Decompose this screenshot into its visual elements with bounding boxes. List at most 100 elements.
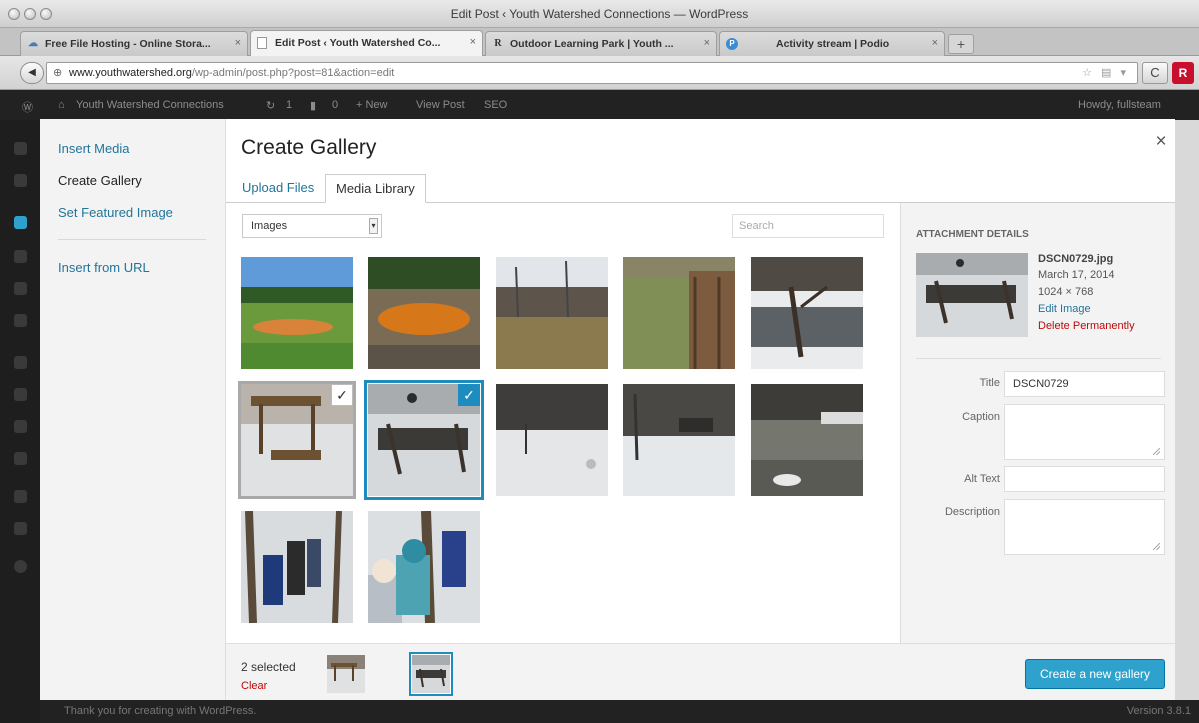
- close-tab-icon[interactable]: ×: [704, 37, 710, 49]
- resize-grip-icon[interactable]: [1153, 543, 1160, 550]
- browser-tab-edit-post[interactable]: Edit Post ‹ Youth Watershed Co... ×: [250, 30, 483, 57]
- wp-admin-bar: Ⓦ ⌂ Youth Watershed Connections ↻ 1 ▮ 0 …: [0, 90, 1199, 120]
- url-path: /wp-admin/post.php?post=81&action=edit: [191, 67, 395, 79]
- photo-students-smiling: [368, 511, 480, 623]
- close-icon[interactable]: ×: [1150, 131, 1172, 153]
- wp-admin-sidebar: [0, 120, 40, 723]
- window-titlebar: Edit Post ‹ Youth Watershed Connections …: [0, 0, 1199, 28]
- browser-nav-bar: ◀ ⊕ www.youthwatershed.org/wp-admin/post…: [0, 56, 1199, 90]
- photo-snowy-creek: [751, 384, 863, 496]
- alt-text-field[interactable]: [1004, 466, 1165, 492]
- browser-tab-bar: ☁ Free File Hosting - Online Stora... × …: [0, 28, 1199, 57]
- tab-label: Outdoor Learning Park | Youth ...: [510, 38, 674, 50]
- bookmark-star-icon[interactable]: ☆ ▤ ▾: [1082, 66, 1129, 79]
- attachment-thumbnail[interactable]: [241, 511, 353, 623]
- tools-icon[interactable]: [14, 452, 27, 465]
- caption-label: Caption: [962, 411, 1000, 423]
- attachment-thumbnail[interactable]: [751, 257, 863, 369]
- pages-icon[interactable]: [14, 282, 27, 295]
- tab-label: Edit Post ‹ Youth Watershed Co...: [275, 37, 441, 49]
- browser-tab-outdoor-learning[interactable]: R Outdoor Learning Park | Youth ... ×: [485, 31, 717, 56]
- dashboard-icon[interactable]: [14, 142, 27, 155]
- close-tab-icon[interactable]: ×: [470, 36, 476, 48]
- url-text[interactable]: www.youthwatershed.org/wp-admin/post.php…: [69, 67, 394, 79]
- delete-permanently-link[interactable]: Delete Permanently: [1038, 320, 1135, 332]
- seo-link[interactable]: SEO: [484, 99, 507, 111]
- photo-pond-meadow: [241, 257, 353, 369]
- appearance-icon[interactable]: [14, 356, 27, 369]
- page-icon: [257, 37, 267, 49]
- settings-icon[interactable]: [14, 490, 27, 503]
- screen: Edit Post ‹ Youth Watershed Connections …: [0, 0, 1199, 723]
- cloud-icon: ☁: [28, 38, 38, 49]
- window-title: Edit Post ‹ Youth Watershed Connections …: [450, 7, 749, 21]
- close-tab-icon[interactable]: ×: [932, 37, 938, 49]
- edit-image-link[interactable]: Edit Image: [1038, 303, 1091, 315]
- menu-set-featured-image[interactable]: Set Featured Image: [58, 205, 173, 220]
- extension-button[interactable]: R: [1172, 62, 1194, 84]
- users-icon[interactable]: [14, 420, 27, 433]
- attachment-thumbnail[interactable]: [496, 257, 608, 369]
- selected-thumbnail-details[interactable]: [412, 655, 450, 693]
- alt-text-label: Alt Text: [964, 473, 1000, 485]
- attachment-thumbnail-details[interactable]: ✓: [368, 384, 480, 496]
- menu-create-gallery[interactable]: Create Gallery: [58, 173, 142, 188]
- plugins-icon[interactable]: [14, 388, 27, 401]
- collapse-menu-icon[interactable]: [14, 560, 27, 573]
- comments-count: 0: [332, 99, 339, 111]
- photo-pond-boardwalk: [623, 257, 735, 369]
- browser-tab-podio[interactable]: P Activity stream | Podio ×: [719, 31, 945, 56]
- attachment-thumbnail[interactable]: [241, 257, 353, 369]
- tab-label: Activity stream | Podio: [776, 38, 890, 50]
- attachment-dimensions: 1024 × 768: [1038, 286, 1094, 298]
- selected-thumbnail[interactable]: [327, 655, 365, 693]
- description-label: Description: [944, 506, 1000, 518]
- tab-upload-files[interactable]: Upload Files: [232, 174, 324, 203]
- back-button[interactable]: ◀: [20, 62, 44, 84]
- tab-media-library[interactable]: Media Library: [325, 174, 426, 203]
- reload-button[interactable]: C: [1142, 62, 1168, 84]
- attachment-thumbnail[interactable]: [368, 257, 480, 369]
- photo-bare-hillside: [496, 257, 608, 369]
- address-bar[interactable]: ⊕ www.youthwatershed.org/wp-admin/post.p…: [46, 62, 1138, 84]
- checkmark-icon[interactable]: ✓: [331, 384, 353, 406]
- search-input[interactable]: Search: [732, 214, 884, 238]
- close-tab-icon[interactable]: ×: [235, 37, 241, 49]
- attachment-thumbnail[interactable]: [751, 384, 863, 496]
- media-type-filter[interactable]: Images ▾: [242, 214, 382, 238]
- new-content-link[interactable]: + New: [356, 99, 388, 111]
- checkmark-icon[interactable]: ✓: [458, 384, 480, 406]
- resize-grip-icon[interactable]: [1153, 448, 1160, 455]
- seo-menu-icon[interactable]: [14, 522, 27, 535]
- attachment-thumbnail-selected[interactable]: ✓: [241, 384, 353, 496]
- comments-menu-icon[interactable]: [14, 314, 27, 327]
- menu-separator: [58, 239, 206, 240]
- photo-snowy-log-bench-mini: [412, 655, 450, 693]
- menu-insert-media[interactable]: Insert Media: [58, 141, 130, 156]
- pin-icon[interactable]: [14, 216, 27, 229]
- description-field[interactable]: [1004, 499, 1165, 555]
- title-field[interactable]: DSCN0729: [1004, 371, 1165, 397]
- menu-insert-from-url[interactable]: Insert from URL: [58, 260, 150, 275]
- updates-icon[interactable]: ↻: [266, 99, 275, 112]
- attachment-date: March 17, 2014: [1038, 269, 1115, 281]
- view-post-link[interactable]: View Post: [416, 99, 465, 111]
- podio-icon: P: [726, 38, 738, 50]
- comments-icon[interactable]: ▮: [310, 99, 316, 112]
- media-toolbar: 2 selected Clear Create a new gallery: [226, 643, 1175, 700]
- clear-selection-link[interactable]: Clear: [241, 680, 267, 692]
- site-name-link[interactable]: Youth Watershed Connections: [76, 99, 224, 111]
- attachment-thumbnail[interactable]: [496, 384, 608, 496]
- new-tab-button[interactable]: +: [948, 34, 974, 54]
- browser-tab-file-hosting[interactable]: ☁ Free File Hosting - Online Stora... ×: [20, 31, 248, 56]
- caption-field[interactable]: [1004, 404, 1165, 460]
- photo-snowy-shelter-mini: [327, 655, 365, 693]
- attachment-thumbnail[interactable]: [623, 384, 735, 496]
- create-gallery-button[interactable]: Create a new gallery: [1025, 659, 1165, 689]
- media-icon[interactable]: [14, 250, 27, 263]
- wordpress-logo-icon[interactable]: Ⓦ: [22, 99, 33, 115]
- attachment-thumbnail[interactable]: [623, 257, 735, 369]
- attachment-thumbnail[interactable]: [368, 511, 480, 623]
- howdy-user-link[interactable]: Howdy, fullsteam: [1078, 99, 1161, 111]
- jetpack-icon[interactable]: [14, 174, 27, 187]
